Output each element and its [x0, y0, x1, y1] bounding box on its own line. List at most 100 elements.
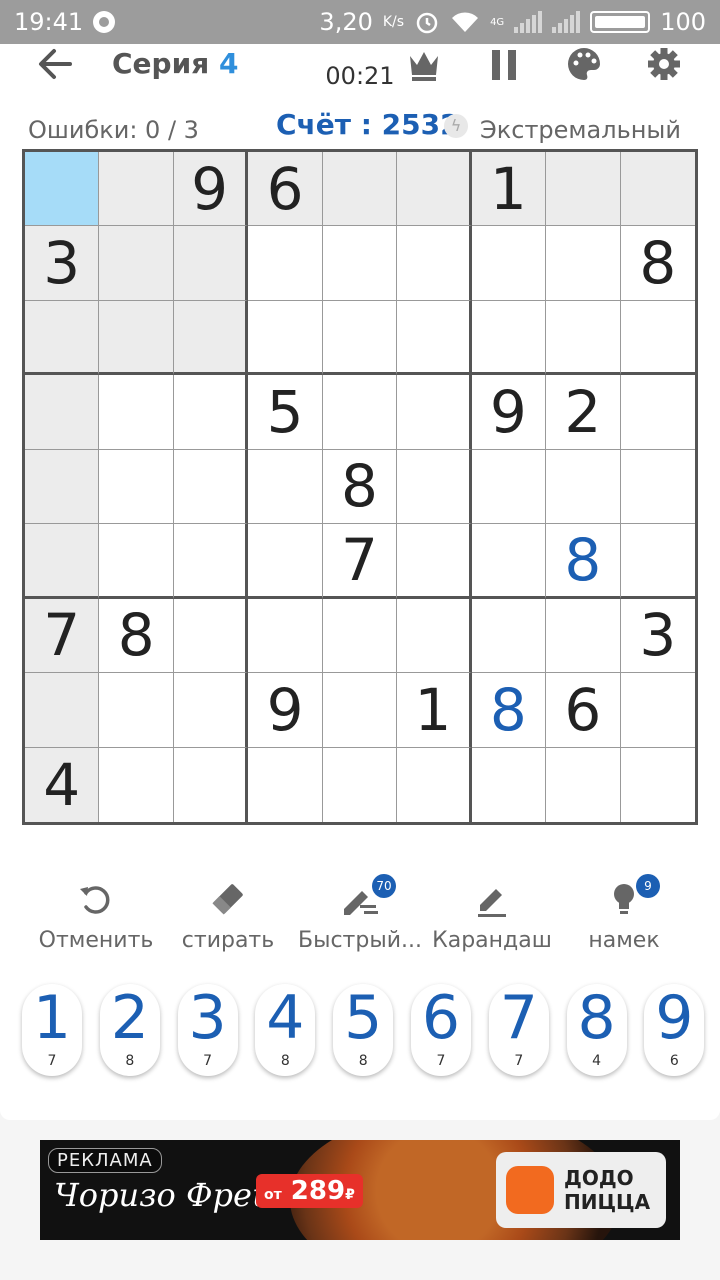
tool-lightbulb[interactable]: намек 9 [554, 874, 694, 953]
cell-r7-c3[interactable] [173, 598, 249, 674]
cell-r2-c8[interactable] [546, 226, 621, 301]
cell-r4-c1[interactable] [25, 375, 100, 450]
cell-r4-c6[interactable] [397, 375, 472, 450]
cell-r2-c9[interactable]: 8 [620, 226, 695, 301]
cell-r3-c4[interactable] [248, 300, 323, 376]
cell-r9-c7[interactable] [471, 747, 547, 822]
cell-r7-c6[interactable] [397, 598, 472, 674]
cell-r4-c5[interactable] [322, 375, 398, 450]
cell-r6-c7[interactable] [471, 524, 547, 599]
cell-r9-c9[interactable] [620, 747, 695, 822]
cell-r8-c4[interactable]: 9 [248, 673, 323, 748]
cell-r2-c6[interactable] [397, 226, 472, 301]
cell-r4-c2[interactable] [99, 375, 174, 450]
tool-quick-pencil[interactable]: Быстрый... 70 [290, 874, 430, 953]
back-button[interactable] [36, 42, 80, 86]
number-key-3[interactable]: 37 [177, 984, 238, 1076]
cell-r7-c8[interactable] [546, 598, 621, 674]
cell-r4-c4[interactable]: 5 [248, 375, 323, 450]
cell-r6-c2[interactable] [99, 524, 174, 599]
crown-button[interactable] [406, 42, 442, 86]
cell-r1-c2[interactable] [99, 152, 174, 227]
cell-r3-c2[interactable] [99, 300, 174, 376]
cell-r6-c9[interactable] [620, 524, 695, 599]
cell-r7-c9[interactable]: 3 [620, 598, 695, 674]
cell-r8-c9[interactable] [620, 673, 695, 748]
number-key-1[interactable]: 17 [22, 984, 82, 1076]
cell-r3-c3[interactable] [173, 300, 249, 376]
cell-r8-c3[interactable] [173, 673, 249, 748]
cell-r4-c7[interactable]: 9 [471, 375, 547, 450]
cell-r5-c6[interactable] [397, 449, 472, 525]
cell-r7-c7[interactable] [471, 598, 547, 674]
cell-r9-c2[interactable] [99, 747, 174, 822]
cell-r8-c5[interactable] [322, 673, 398, 748]
cell-r3-c6[interactable] [397, 300, 472, 376]
number-key-7[interactable]: 77 [488, 984, 549, 1076]
cell-r4-c8[interactable]: 2 [546, 375, 621, 450]
cell-r9-c6[interactable] [397, 747, 472, 822]
cell-r5-c4[interactable] [248, 449, 323, 525]
cell-r5-c3[interactable] [173, 449, 249, 525]
cell-r2-c2[interactable] [99, 226, 174, 301]
cell-r9-c8[interactable] [546, 747, 621, 822]
cell-r8-c6[interactable]: 1 [397, 673, 472, 748]
number-key-6[interactable]: 67 [411, 984, 471, 1076]
cell-r1-c1[interactable] [25, 152, 100, 227]
cell-r3-c5[interactable] [322, 300, 398, 376]
cell-r2-c1[interactable]: 3 [25, 226, 100, 301]
cell-r9-c3[interactable] [173, 747, 249, 822]
cell-r1-c9[interactable] [620, 152, 695, 227]
cell-r5-c7[interactable] [471, 449, 547, 525]
cell-r7-c1[interactable]: 7 [25, 598, 100, 674]
pause-button[interactable] [486, 42, 522, 86]
cell-r9-c4[interactable] [248, 747, 323, 822]
cell-r7-c5[interactable] [322, 598, 398, 674]
cell-r6-c4[interactable] [248, 524, 323, 599]
cell-r5-c2[interactable] [99, 449, 174, 525]
cell-r7-c4[interactable] [248, 598, 323, 674]
cell-r9-c1[interactable]: 4 [25, 747, 100, 822]
cell-r4-c9[interactable] [620, 375, 695, 450]
cell-r5-c5[interactable]: 8 [322, 449, 398, 525]
cell-r4-c3[interactable] [173, 375, 249, 450]
number-key-2[interactable]: 28 [99, 984, 160, 1076]
theme-button[interactable] [566, 42, 602, 86]
cell-r5-c8[interactable] [546, 449, 621, 525]
cell-r1-c6[interactable] [397, 152, 472, 227]
tool-undo[interactable]: Отменить [26, 874, 166, 953]
number-key-9[interactable]: 96 [644, 984, 705, 1076]
cell-r6-c1[interactable] [25, 524, 100, 599]
cell-r3-c7[interactable] [471, 300, 547, 376]
cell-r7-c2[interactable]: 8 [99, 598, 174, 674]
cell-r6-c6[interactable] [397, 524, 472, 599]
cell-r8-c1[interactable] [25, 673, 100, 748]
number-key-4[interactable]: 48 [255, 984, 316, 1076]
tool-eraser[interactable]: стирать [158, 874, 298, 953]
cell-r2-c3[interactable] [173, 226, 249, 301]
cell-r2-c7[interactable] [471, 226, 547, 301]
cell-r5-c9[interactable] [620, 449, 695, 525]
cell-r3-c8[interactable] [546, 300, 621, 376]
cell-r8-c7[interactable]: 8 [471, 673, 547, 748]
cell-r1-c3[interactable]: 9 [173, 152, 249, 227]
cell-r1-c7[interactable]: 1 [471, 152, 547, 227]
cell-r3-c1[interactable] [25, 300, 100, 376]
tool-pencil[interactable]: Карандаш [422, 874, 562, 953]
cell-r6-c3[interactable] [173, 524, 249, 599]
cell-r3-c9[interactable] [620, 300, 695, 376]
cell-r8-c2[interactable] [99, 673, 174, 748]
number-key-8[interactable]: 84 [566, 984, 627, 1076]
cell-r9-c5[interactable] [322, 747, 398, 822]
number-key-5[interactable]: 58 [333, 984, 394, 1076]
cell-r8-c8[interactable]: 6 [546, 673, 621, 748]
cell-r1-c4[interactable]: 6 [248, 152, 323, 227]
settings-button[interactable] [644, 42, 684, 86]
cell-r5-c1[interactable] [25, 449, 100, 525]
cell-r6-c8[interactable]: 8 [546, 524, 621, 599]
cell-r1-c5[interactable] [322, 152, 398, 227]
cell-r1-c8[interactable] [546, 152, 621, 227]
cell-r6-c5[interactable]: 7 [322, 524, 398, 599]
cell-r2-c4[interactable] [248, 226, 323, 301]
ad-banner[interactable]: РЕКЛАМА Чоризо Фреш от 289₽ ДОДО ПИЦЦА [40, 1140, 680, 1240]
